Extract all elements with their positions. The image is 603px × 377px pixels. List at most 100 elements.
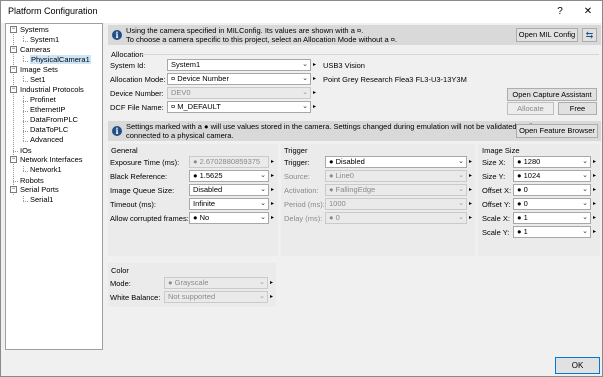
tree-item-ethernetip[interactable]: EthernetIP [30, 105, 65, 114]
right-arrow-icon[interactable]: ▸ [270, 277, 275, 289]
collapse-toggle-icon[interactable]: − [10, 186, 17, 193]
chevron-down-icon: ⌄ [458, 214, 464, 221]
open-feature-browser-button[interactable]: Open Feature Browser [516, 124, 598, 138]
dcf-file-name-combo[interactable]: ¤ M_DEFAULT ⌄ [167, 101, 311, 113]
trigger-combo[interactable]: ● Disabled ⌄ [325, 156, 467, 168]
period-value: 1000 [329, 199, 346, 208]
refresh-icon[interactable]: ⇆ [582, 28, 597, 42]
right-arrow-icon[interactable]: ▸ [593, 156, 598, 168]
allow-corrupted-frames-value: ● No [193, 213, 210, 222]
right-arrow-icon[interactable]: ▸ [313, 87, 318, 99]
collapse-toggle-icon[interactable]: − [10, 46, 17, 53]
tree-item-image-sets[interactable]: Image Sets [20, 65, 58, 74]
scale-y-combo[interactable]: ● 1 ⌄ [513, 226, 591, 238]
color-mode-combo: ● Grayscale ⌄ [164, 277, 268, 289]
milconfig-info-banner: i Using the camera specified in MILConfi… [108, 25, 601, 45]
open-capture-assistant-button[interactable]: Open Capture Assistant [507, 88, 597, 101]
tree-item-cameras[interactable]: Cameras [20, 45, 50, 54]
timeout-combo[interactable]: Infinite ⌄ [189, 198, 269, 210]
right-arrow-icon[interactable]: ▸ [313, 59, 318, 71]
offset-x-combo[interactable]: ● 0 ⌄ [513, 184, 591, 196]
system-id-combo[interactable]: System1 ⌄ [167, 59, 311, 71]
right-arrow-icon[interactable]: ▸ [469, 212, 474, 224]
period-combo: 1000 ⌄ [325, 198, 467, 210]
collapse-toggle-icon[interactable]: − [10, 66, 17, 73]
allocation-divider [141, 54, 599, 55]
tree-item-datatoplc[interactable]: DataToPLC [30, 125, 68, 134]
milconfig-info-line2: To choose a camera specific to this proj… [126, 35, 397, 44]
right-arrow-icon[interactable]: ▸ [271, 184, 276, 196]
right-arrow-icon[interactable]: ▸ [593, 170, 598, 182]
right-arrow-icon[interactable]: ▸ [593, 212, 598, 224]
allocation-mode-combo[interactable]: ¤ Device Number ⌄ [167, 73, 311, 85]
tree-item-ios[interactable]: IOs [20, 146, 32, 155]
ok-button[interactable]: OK [555, 357, 600, 374]
info-icon: i [112, 30, 122, 40]
offset-y-combo[interactable]: ● 0 ⌄ [513, 198, 591, 210]
free-button[interactable]: Free [558, 102, 597, 115]
window-title: Platform Configuration [8, 6, 98, 16]
tree-item-advanced[interactable]: Advanced [30, 135, 63, 144]
dcf-file-name-value: ¤ M_DEFAULT [171, 102, 221, 111]
scale-x-label: Scale X: [482, 214, 510, 223]
tree-item-systems[interactable]: Systems [20, 25, 49, 34]
close-button[interactable]: ✕ [575, 3, 601, 20]
right-arrow-icon[interactable]: ▸ [469, 170, 474, 182]
tree-item-robots[interactable]: Robots [20, 176, 44, 185]
allocation-group-label: Allocation [111, 50, 144, 59]
right-arrow-icon[interactable]: ▸ [469, 156, 474, 168]
collapse-toggle-icon[interactable]: − [10, 156, 17, 163]
tree-item-physicalcamera1[interactable]: PhysicalCamera1 [30, 55, 91, 64]
allow-corrupted-frames-combo[interactable]: ● No ⌄ [189, 212, 269, 224]
tree-item-datafromplc[interactable]: DataFromPLC [30, 115, 78, 124]
activation-label: Activation: [284, 186, 319, 195]
size-x-combo[interactable]: ● 1280 ⌄ [513, 156, 591, 168]
right-arrow-icon[interactable]: ▸ [469, 198, 474, 210]
chevron-down-icon: ⌄ [582, 200, 588, 207]
tree-item-system1[interactable]: System1 [30, 35, 59, 44]
delay-label: Delay (ms): [284, 214, 323, 223]
source-value: ● Line0 [329, 171, 354, 180]
help-button[interactable]: ? [547, 3, 573, 20]
collapse-toggle-icon[interactable]: − [10, 26, 17, 33]
allocation-mode-label: Allocation Mode: [110, 75, 166, 84]
collapse-toggle-icon[interactable]: − [10, 86, 17, 93]
black-reference-value: ● 1.5625 [193, 171, 223, 180]
offset-x-value: ● 0 [517, 185, 528, 194]
chevron-down-icon: ⌄ [302, 75, 308, 82]
tree-item-serial1[interactable]: Serial1 [30, 195, 53, 204]
scale-y-value: ● 1 [517, 227, 528, 236]
image-size-group-label: Image Size [482, 146, 520, 155]
tree-item-profinet[interactable]: Profinet [30, 95, 56, 104]
right-arrow-icon[interactable]: ▸ [593, 226, 598, 238]
right-arrow-icon[interactable]: ▸ [593, 184, 598, 196]
chevron-down-icon: ⌄ [458, 200, 464, 207]
right-arrow-icon[interactable]: ▸ [313, 101, 318, 113]
tree-item-network-interfaces[interactable]: Network Interfaces [20, 155, 83, 164]
tree-item-set1[interactable]: Set1 [30, 75, 45, 84]
size-y-combo[interactable]: ● 1024 ⌄ [513, 170, 591, 182]
navigation-tree[interactable]: − Systems System1 − Cameras PhysicalCame… [5, 23, 103, 350]
allocate-button: Allocate [507, 102, 554, 115]
size-y-label: Size Y: [482, 172, 506, 181]
right-arrow-icon[interactable]: ▸ [469, 184, 474, 196]
open-mil-config-button[interactable]: Open MIL Config [516, 28, 578, 42]
right-arrow-icon[interactable]: ▸ [271, 212, 276, 224]
tree-item-serial-ports[interactable]: Serial Ports [20, 185, 59, 194]
right-arrow-icon[interactable]: ▸ [271, 156, 276, 168]
tree-item-industrial-protocols[interactable]: Industrial Protocols [20, 85, 84, 94]
delay-combo: ● 0 ⌄ [325, 212, 467, 224]
right-arrow-icon[interactable]: ▸ [313, 73, 318, 85]
right-arrow-icon[interactable]: ▸ [270, 291, 275, 303]
milconfig-info-line1: Using the camera specified in MILConfig.… [126, 26, 364, 35]
image-queue-size-combo[interactable]: Disabled ⌄ [189, 184, 269, 196]
right-arrow-icon[interactable]: ▸ [271, 198, 276, 210]
right-arrow-icon[interactable]: ▸ [271, 170, 276, 182]
camera-interface: USB3 Vision [323, 61, 365, 70]
right-arrow-icon[interactable]: ▸ [593, 198, 598, 210]
black-reference-combo[interactable]: ● 1.5625 ⌄ [189, 170, 269, 182]
source-label: Source: [284, 172, 310, 181]
scale-x-combo[interactable]: ● 1 ⌄ [513, 212, 591, 224]
tree-item-network1[interactable]: Network1 [30, 165, 62, 174]
period-label: Period (ms): [284, 200, 325, 209]
